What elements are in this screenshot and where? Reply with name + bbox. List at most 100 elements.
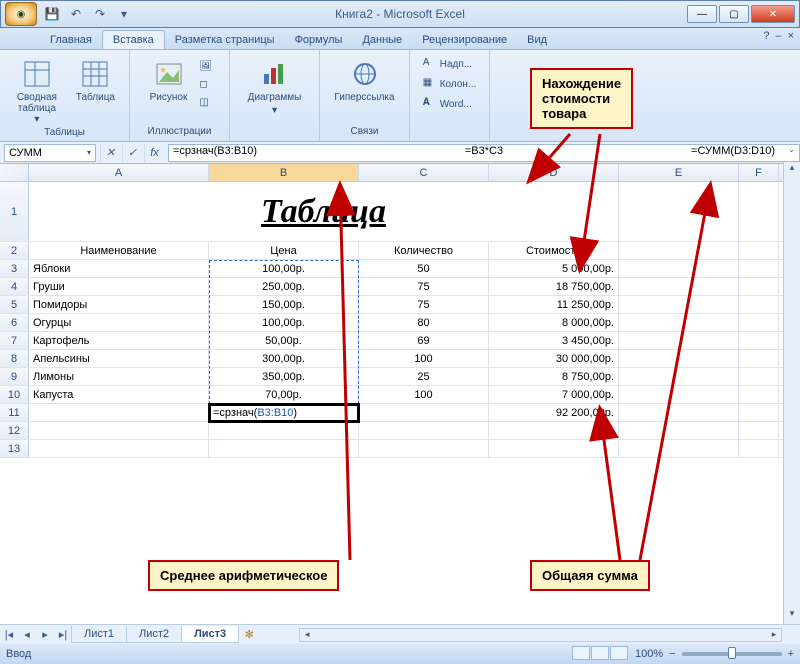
tab-data[interactable]: Данные	[352, 31, 412, 49]
col-B[interactable]: B	[209, 164, 359, 181]
charts-button[interactable]: Диаграммы ▾	[242, 56, 308, 118]
rowhdr-3[interactable]: 3	[0, 260, 29, 277]
cell-name[interactable]: Яблоки	[29, 260, 209, 277]
select-all-corner[interactable]	[0, 164, 29, 181]
table-button[interactable]: Таблица	[70, 56, 121, 105]
cell-name[interactable]: Помидоры	[29, 296, 209, 313]
smartart-button[interactable]: ◫	[197, 96, 215, 112]
formula-input[interactable]: =срзнач(B3:B10) =B3*C3 =СУММ(D3:D10) ⌄	[168, 144, 800, 162]
sheet-nav-last[interactable]: ▸|	[54, 628, 72, 641]
rowhdr-8[interactable]: 8	[0, 350, 29, 367]
tab-insert[interactable]: Вставка	[102, 30, 165, 49]
cell-D11-total[interactable]: 92 200,00р.	[489, 404, 619, 421]
col-F[interactable]: F	[739, 164, 779, 181]
qat-more-icon[interactable]: ▾	[113, 4, 135, 24]
cell-price[interactable]: 100,00р.	[209, 314, 359, 331]
cell-cost[interactable]: 18 750,00р.	[489, 278, 619, 295]
rowhdr-11[interactable]: 11	[0, 404, 29, 421]
col-A[interactable]: A	[29, 164, 209, 181]
zoom-value[interactable]: 100%	[635, 648, 663, 660]
cell-price[interactable]: 250,00р.	[209, 278, 359, 295]
rowhdr-2[interactable]: 2	[0, 242, 29, 259]
sheet-tab-1[interactable]: Лист1	[71, 626, 127, 643]
sheet-tab-3[interactable]: Лист3	[181, 626, 239, 643]
cell-price[interactable]: 300,00р.	[209, 350, 359, 367]
cell-qty[interactable]: 100	[359, 386, 489, 403]
tab-page-layout[interactable]: Разметка страницы	[165, 31, 285, 49]
name-box[interactable]: СУММ	[4, 144, 96, 162]
view-mode-buttons[interactable]	[572, 646, 629, 663]
hyperlink-button[interactable]: Гиперссылка	[328, 56, 400, 105]
mdi-minimize[interactable]: –	[775, 30, 781, 42]
add-sheet-button[interactable]: ✻	[239, 628, 259, 641]
sheet-nav-next[interactable]: ▸	[36, 628, 54, 641]
tab-review[interactable]: Рецензирование	[412, 31, 517, 49]
rowhdr-13[interactable]: 13	[0, 440, 29, 457]
cell-qty[interactable]: 100	[359, 350, 489, 367]
cell-price[interactable]: 350,00р.	[209, 368, 359, 385]
cell-qty[interactable]: 25	[359, 368, 489, 385]
col-E[interactable]: E	[619, 164, 739, 181]
zoom-out-button[interactable]: −	[669, 648, 675, 660]
formula-expand-icon[interactable]: ⌄	[788, 145, 795, 154]
grid[interactable]: 1 Таблица 2 Наименование Цена Количество…	[0, 182, 800, 458]
rowhdr-12[interactable]: 12	[0, 422, 29, 439]
rowhdr-9[interactable]: 9	[0, 368, 29, 385]
cancel-formula-button[interactable]: ✕	[100, 144, 120, 162]
rowhdr-1[interactable]: 1	[0, 182, 29, 241]
rowhdr-5[interactable]: 5	[0, 296, 29, 313]
cell-cost[interactable]: 3 450,00р.	[489, 332, 619, 349]
tab-formulas[interactable]: Формулы	[285, 31, 353, 49]
cell-price[interactable]: 150,00р.	[209, 296, 359, 313]
picture-button[interactable]: Рисунок	[144, 56, 194, 105]
col-D[interactable]: D	[489, 164, 619, 181]
clipart-button[interactable]: 🖼	[197, 60, 215, 76]
rowhdr-10[interactable]: 10	[0, 386, 29, 403]
cell-cost[interactable]: 11 250,00р.	[489, 296, 619, 313]
sheet-tab-2[interactable]: Лист2	[126, 626, 182, 643]
scroll-down-icon[interactable]: ▾	[784, 608, 800, 624]
cell-name[interactable]: Груши	[29, 278, 209, 295]
cell-qty[interactable]: 75	[359, 278, 489, 295]
help-icon[interactable]: ?	[763, 30, 769, 42]
title-cell[interactable]: Таблица	[29, 182, 619, 241]
enter-formula-button[interactable]: ✓	[122, 144, 142, 162]
zoom-in-button[interactable]: +	[788, 648, 794, 660]
col-C[interactable]: C	[359, 164, 489, 181]
hdr-price[interactable]: Цена	[209, 242, 359, 259]
hdr-qty[interactable]: Количество	[359, 242, 489, 259]
vertical-scrollbar[interactable]: ▴ ▾	[783, 162, 800, 624]
cell-qty[interactable]: 50	[359, 260, 489, 277]
cell-price[interactable]: 50,00р.	[209, 332, 359, 349]
hdr-cost[interactable]: Стоимость	[489, 242, 619, 259]
wordart-button[interactable]: 𝐀Word...	[421, 96, 474, 112]
minimize-button[interactable]: —	[687, 5, 717, 23]
cell-price[interactable]: 70,00р.	[209, 386, 359, 403]
cell-qty[interactable]: 69	[359, 332, 489, 349]
cell-cost[interactable]: 5 000,00р.	[489, 260, 619, 277]
rowhdr-6[interactable]: 6	[0, 314, 29, 331]
cell-qty[interactable]: 80	[359, 314, 489, 331]
cell-name[interactable]: Огурцы	[29, 314, 209, 331]
shapes-button[interactable]: ◻	[197, 78, 215, 94]
mdi-close[interactable]: ×	[788, 30, 794, 42]
tab-home[interactable]: Главная	[40, 31, 102, 49]
cell-name[interactable]: Капуста	[29, 386, 209, 403]
tab-view[interactable]: Вид	[517, 31, 557, 49]
cell-cost[interactable]: 30 000,00р.	[489, 350, 619, 367]
office-button[interactable]: ◉	[5, 2, 37, 26]
maximize-button[interactable]: ▢	[719, 5, 749, 23]
sheet-nav-prev[interactable]: ◂	[18, 628, 36, 641]
rowhdr-4[interactable]: 4	[0, 278, 29, 295]
insert-function-button[interactable]: fx	[144, 144, 164, 162]
rowhdr-7[interactable]: 7	[0, 332, 29, 349]
cell-B11[interactable]: =срзнач(B3:B10)	[209, 404, 359, 421]
scroll-up-icon[interactable]: ▴	[784, 162, 800, 178]
pivot-table-button[interactable]: Сводная таблица ▾	[8, 56, 66, 127]
close-button[interactable]: ✕	[751, 5, 795, 23]
zoom-slider[interactable]	[682, 652, 782, 656]
cell-cost[interactable]: 8 000,00р.	[489, 314, 619, 331]
textbox-button[interactable]: AНадп...	[421, 56, 474, 72]
hdr-name[interactable]: Наименование	[29, 242, 209, 259]
undo-icon[interactable]: ↶	[65, 4, 87, 24]
